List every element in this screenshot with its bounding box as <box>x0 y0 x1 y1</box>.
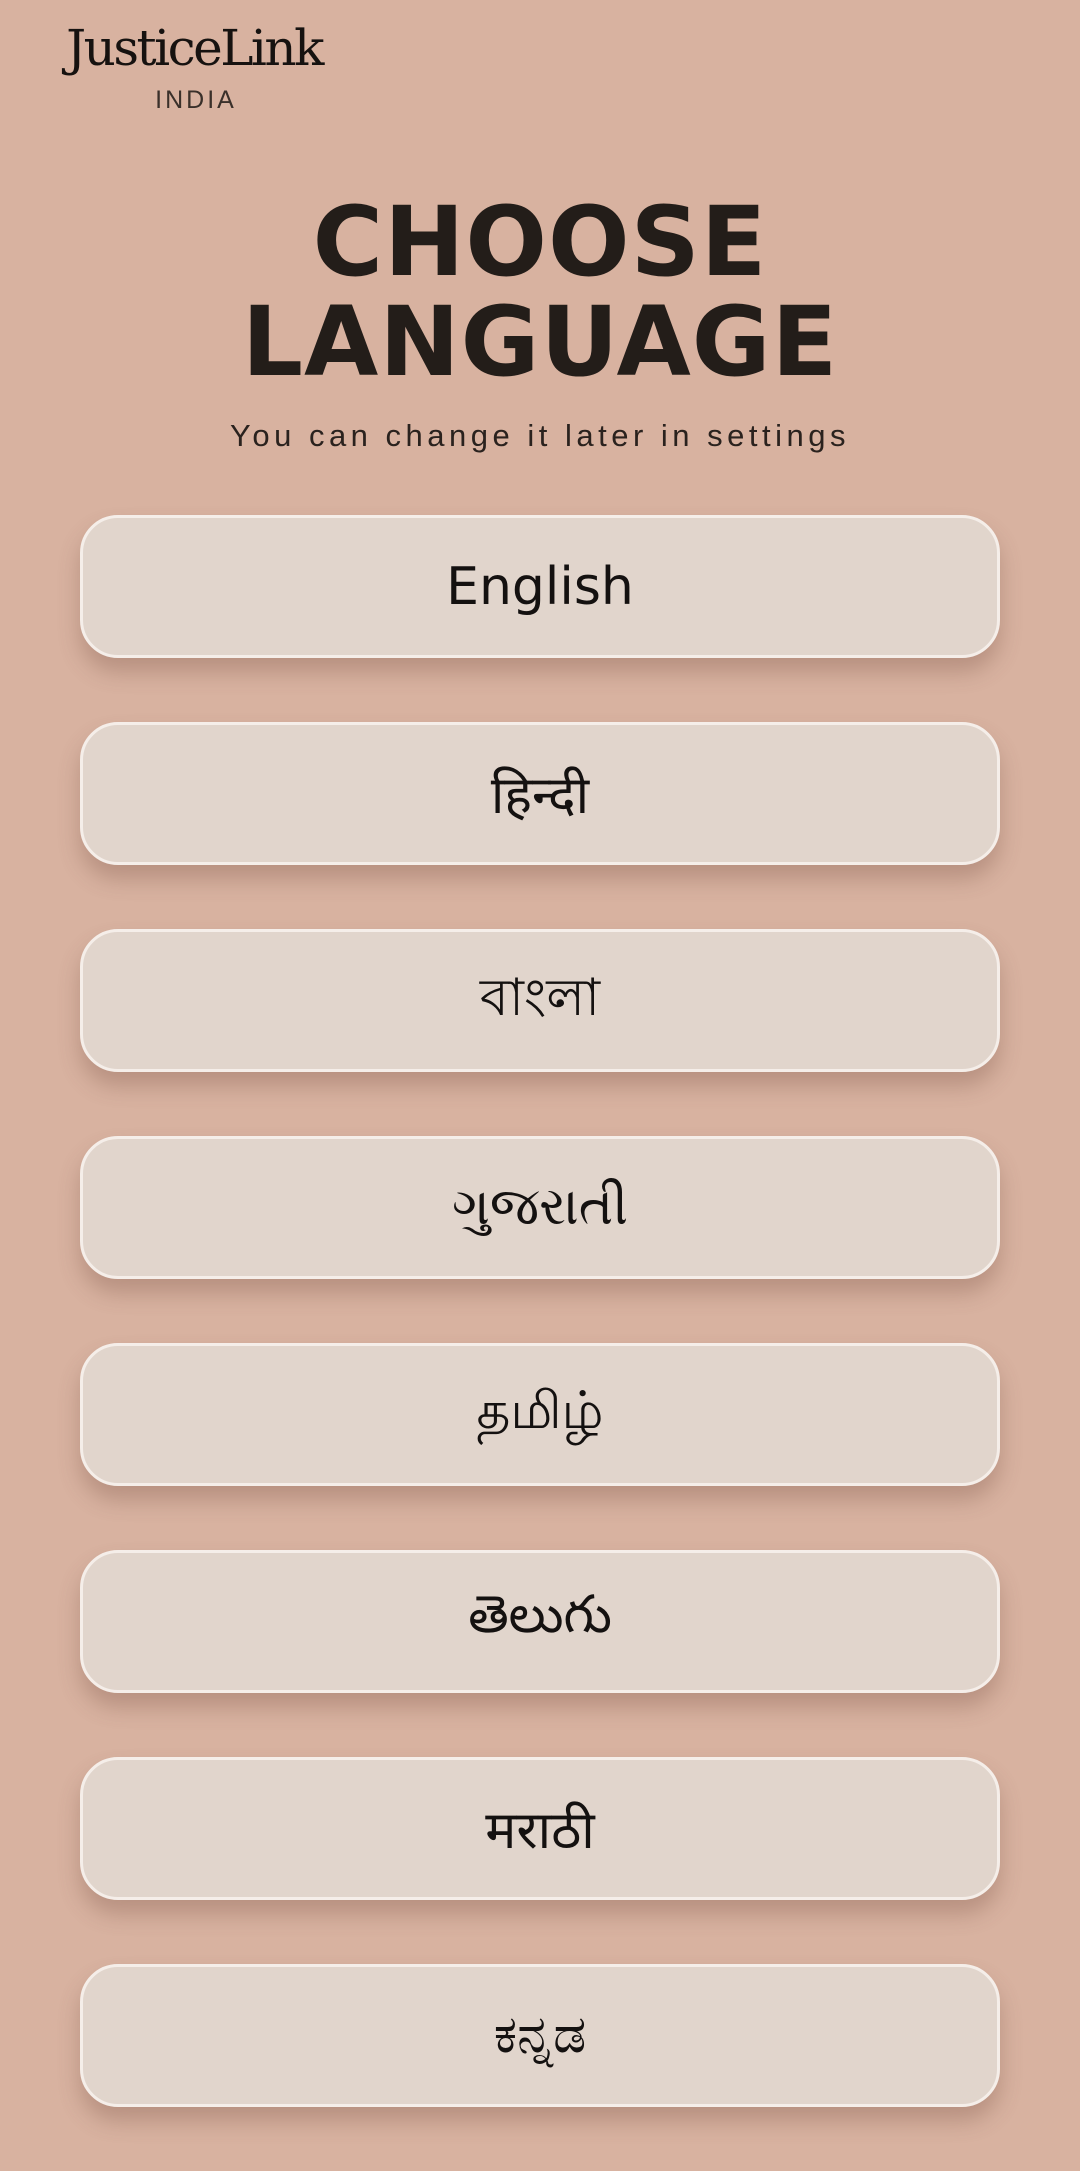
language-list: English हिन्दी বাংলা ગુજરાતી தமிழ் తెలుగ… <box>80 515 1000 2171</box>
language-label: हिन्दी <box>490 766 590 826</box>
language-label: ગુજરાતી <box>451 1177 629 1237</box>
language-button-telugu[interactable]: తెలుగు <box>80 1550 1000 1693</box>
page-subtitle: You can change it later in settings <box>230 418 850 453</box>
language-label: தமிழ் <box>476 1381 604 1441</box>
language-button-hindi[interactable]: हिन्दी <box>80 722 1000 865</box>
brand-logo: JusticeLink INDIA <box>64 18 324 115</box>
brand-name: JusticeLink <box>66 19 324 77</box>
language-label: తెలుగు <box>468 1585 612 1645</box>
brand-subtitle: INDIA <box>155 86 237 114</box>
language-button-tamil[interactable]: தமிழ் <box>80 1343 1000 1486</box>
page-title-line-1: CHOOSE <box>312 186 768 298</box>
language-label: English <box>446 556 634 617</box>
language-button-marathi[interactable]: मराठी <box>80 1757 1000 1900</box>
language-button-gujarati[interactable]: ગુજરાતી <box>80 1136 1000 1279</box>
language-label: मराठी <box>485 1801 595 1861</box>
language-button-kannada[interactable]: ಕನ್ನಡ <box>80 1964 1000 2107</box>
language-label: ಕನ್ನಡ <box>493 2005 587 2065</box>
language-button-english[interactable]: English <box>80 515 1000 658</box>
language-label: বাংলা <box>479 968 601 1028</box>
page-title-line-2: LANGUAGE <box>241 286 839 398</box>
page-title: CHOOSE LANGUAGE <box>0 192 1080 392</box>
language-button-bengali[interactable]: বাংলা <box>80 929 1000 1072</box>
